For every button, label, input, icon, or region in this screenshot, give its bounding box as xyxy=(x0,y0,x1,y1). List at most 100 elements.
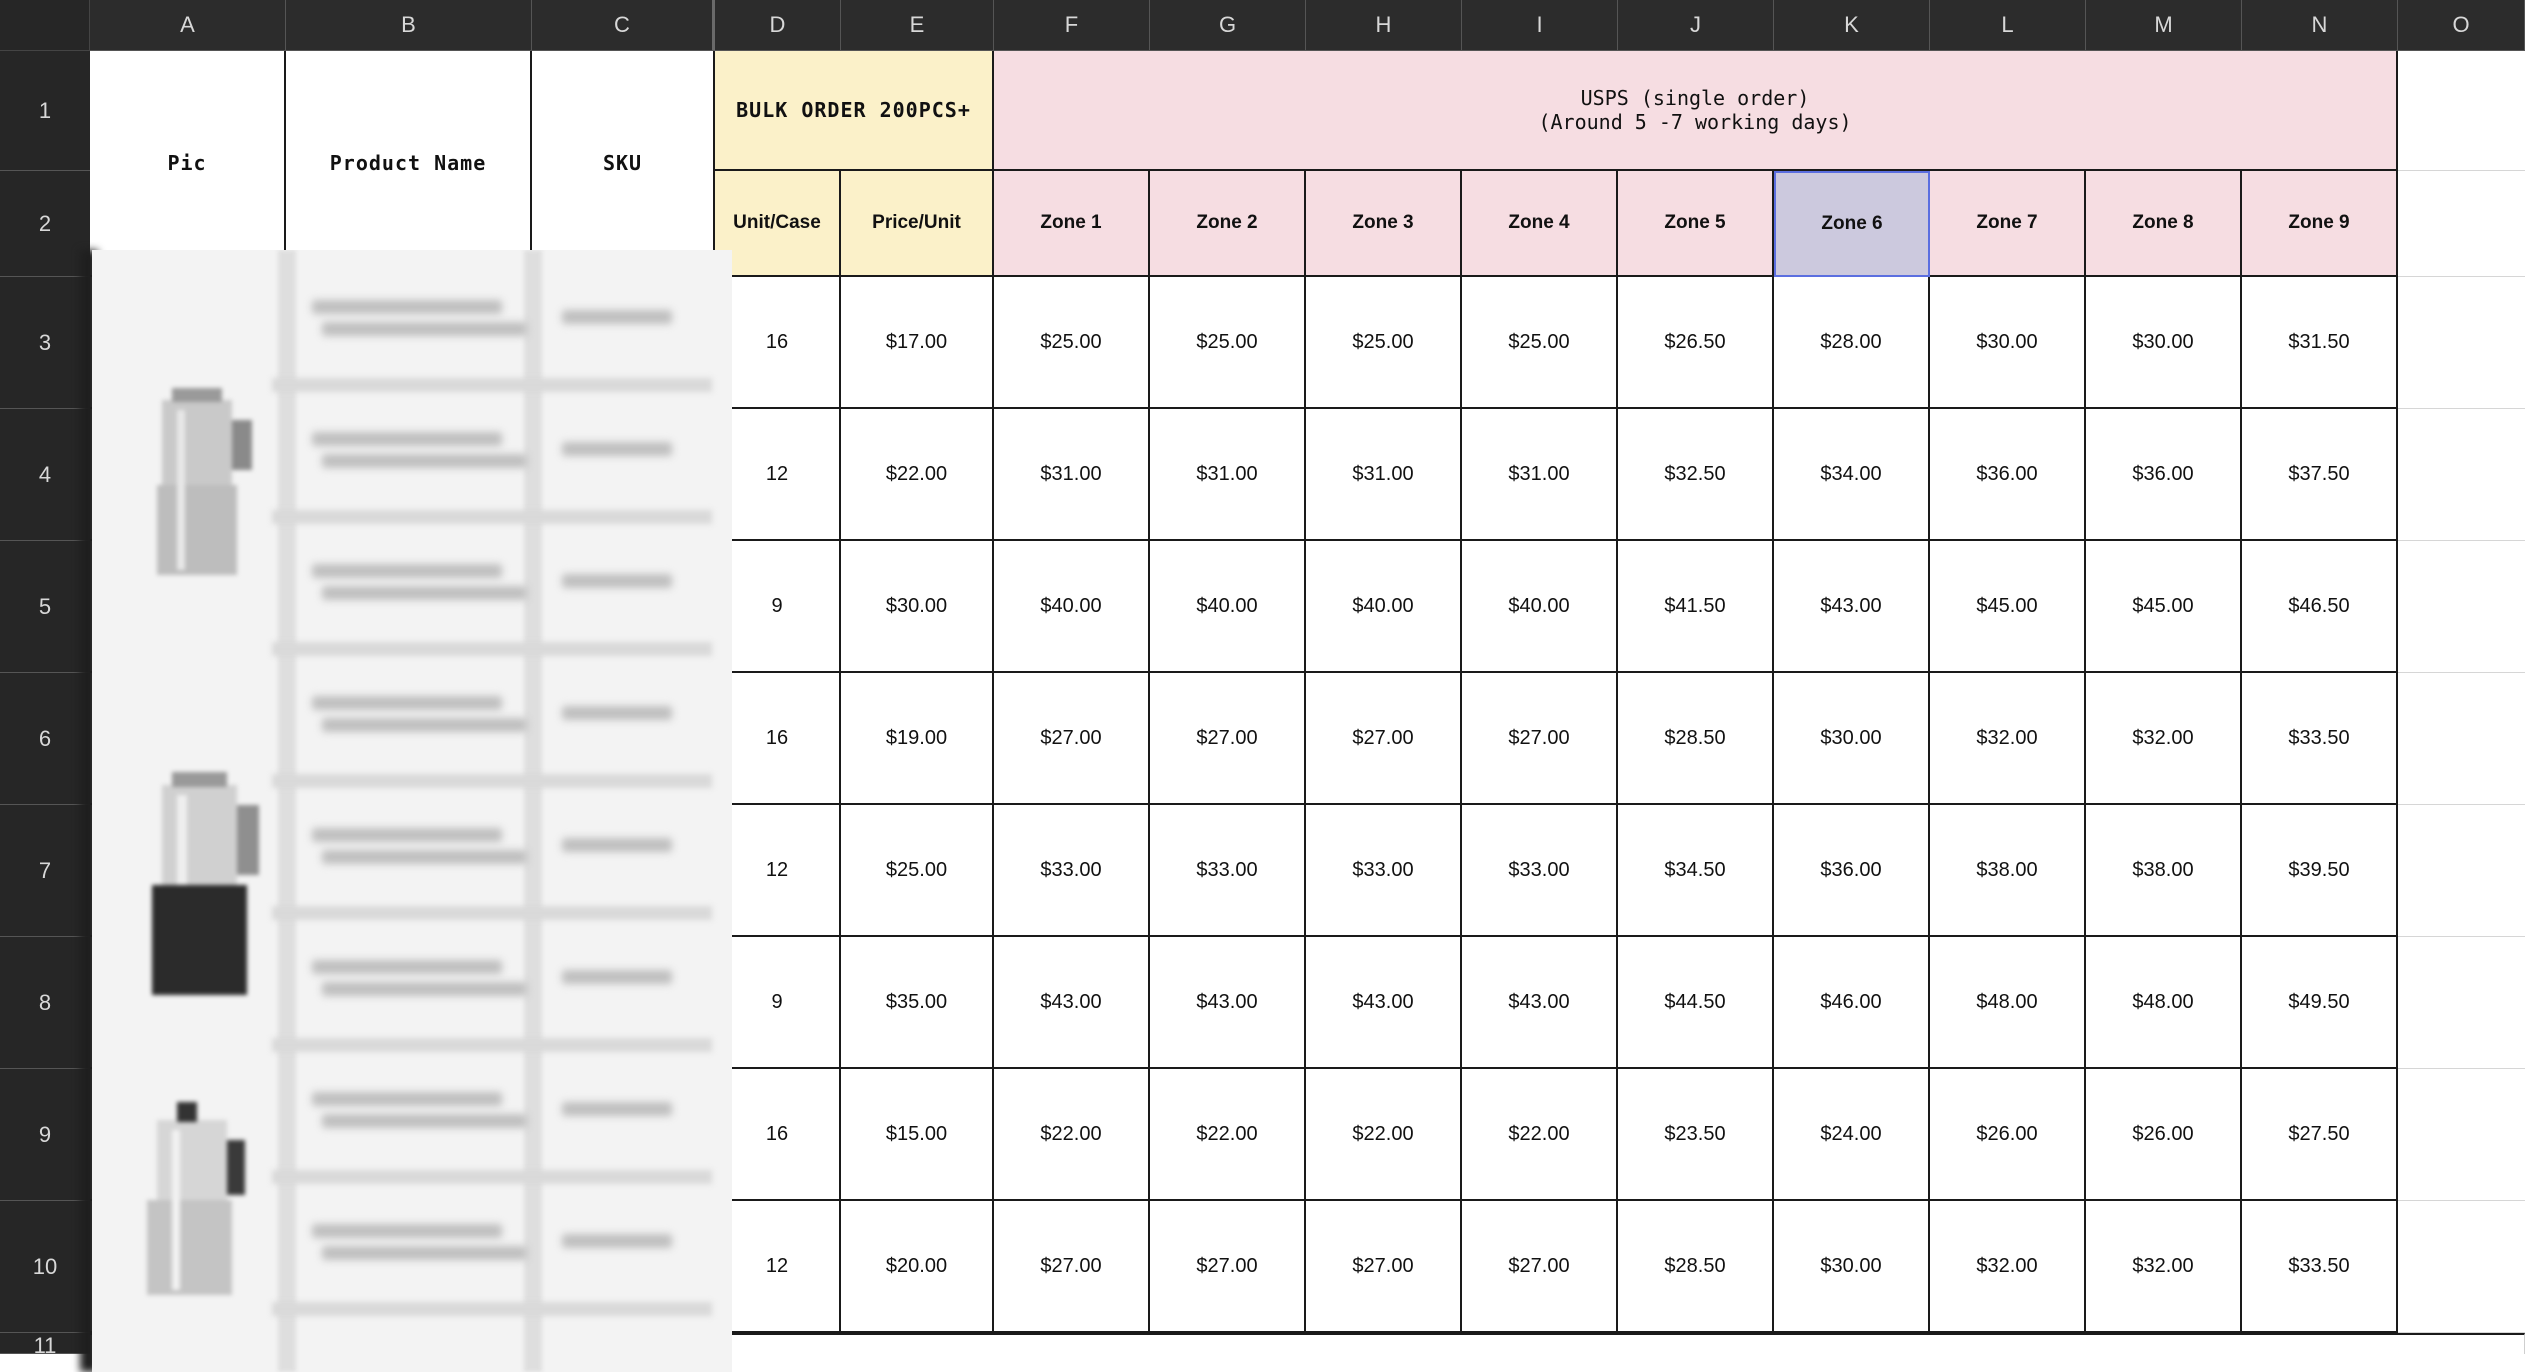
price-unit-header[interactable]: Price/Unit xyxy=(841,171,994,277)
cell-O5[interactable] xyxy=(2398,541,2525,673)
cell-O7[interactable] xyxy=(2398,805,2525,937)
unit-case-cell[interactable]: 9 xyxy=(715,541,841,673)
zone-4-header[interactable]: Zone 4 xyxy=(1462,171,1618,277)
zone-7-price-cell[interactable]: $38.00 xyxy=(1930,805,2086,937)
row-header-9[interactable]: 9 xyxy=(0,1069,90,1201)
row-header-8[interactable]: 8 xyxy=(0,937,90,1069)
zone-1-price-cell[interactable]: $25.00 xyxy=(994,277,1150,409)
usps-header[interactable]: USPS (single order) (Around 5 -7 working… xyxy=(994,51,2398,171)
zone-7-price-cell[interactable]: $36.00 xyxy=(1930,409,2086,541)
zone-4-price-cell[interactable]: $27.00 xyxy=(1462,673,1618,805)
zone-8-price-cell[interactable]: $26.00 xyxy=(2086,1069,2242,1201)
zone-4-price-cell[interactable]: $40.00 xyxy=(1462,541,1618,673)
zone-5-price-cell[interactable]: $34.50 xyxy=(1618,805,1774,937)
zone-2-price-cell[interactable]: $27.00 xyxy=(1150,673,1306,805)
unit-case-header[interactable]: Unit/Case xyxy=(715,171,841,277)
zone-7-price-cell[interactable]: $32.00 xyxy=(1930,1201,2086,1333)
pic-header[interactable]: Pic xyxy=(90,51,286,277)
zone-3-price-cell[interactable]: $31.00 xyxy=(1306,409,1462,541)
zone-9-price-cell[interactable]: $27.50 xyxy=(2242,1069,2398,1201)
sku-header[interactable]: SKU xyxy=(532,51,715,277)
bulk-order-header[interactable]: BULK ORDER 200PCS+ xyxy=(715,51,994,171)
zone-7-price-cell[interactable]: $32.00 xyxy=(1930,673,2086,805)
zone-5-price-cell[interactable]: $28.50 xyxy=(1618,1201,1774,1333)
zone-9-price-cell[interactable]: $33.50 xyxy=(2242,1201,2398,1333)
cell-O9[interactable] xyxy=(2398,1069,2525,1201)
zone-1-price-cell[interactable]: $43.00 xyxy=(994,937,1150,1069)
unit-case-cell[interactable]: 16 xyxy=(715,673,841,805)
price-unit-cell[interactable]: $30.00 xyxy=(841,541,994,673)
column-header-C[interactable]: C xyxy=(532,0,715,51)
zone-3-price-cell[interactable]: $22.00 xyxy=(1306,1069,1462,1201)
row-header-5[interactable]: 5 xyxy=(0,541,90,673)
zone-3-price-cell[interactable]: $43.00 xyxy=(1306,937,1462,1069)
column-header-E[interactable]: E xyxy=(841,0,994,51)
zone-2-price-cell[interactable]: $43.00 xyxy=(1150,937,1306,1069)
zone-3-header[interactable]: Zone 3 xyxy=(1306,171,1462,277)
zone-9-price-cell[interactable]: $49.50 xyxy=(2242,937,2398,1069)
zone-1-price-cell[interactable]: $31.00 xyxy=(994,409,1150,541)
select-all-corner[interactable] xyxy=(0,0,90,51)
zone-9-price-cell[interactable]: $31.50 xyxy=(2242,277,2398,409)
row-header-4[interactable]: 4 xyxy=(0,409,90,541)
cell-O1[interactable] xyxy=(2398,51,2525,171)
cell-O6[interactable] xyxy=(2398,673,2525,805)
zone-2-price-cell[interactable]: $25.00 xyxy=(1150,277,1306,409)
zone-2-price-cell[interactable]: $31.00 xyxy=(1150,409,1306,541)
zone-5-price-cell[interactable]: $44.50 xyxy=(1618,937,1774,1069)
column-header-G[interactable]: G xyxy=(1150,0,1306,51)
zone-8-price-cell[interactable]: $32.00 xyxy=(2086,673,2242,805)
zone-6-price-cell[interactable]: $46.00 xyxy=(1774,937,1930,1069)
zone-8-header[interactable]: Zone 8 xyxy=(2086,171,2242,277)
zone-2-price-cell[interactable]: $33.00 xyxy=(1150,805,1306,937)
zone-9-price-cell[interactable]: $39.50 xyxy=(2242,805,2398,937)
zone-4-price-cell[interactable]: $31.00 xyxy=(1462,409,1618,541)
zone-8-price-cell[interactable]: $36.00 xyxy=(2086,409,2242,541)
unit-case-cell[interactable]: 16 xyxy=(715,1069,841,1201)
zone-1-price-cell[interactable]: $40.00 xyxy=(994,541,1150,673)
row-header-10[interactable]: 10 xyxy=(0,1201,90,1333)
unit-case-cell[interactable]: 12 xyxy=(715,409,841,541)
price-unit-cell[interactable]: $22.00 xyxy=(841,409,994,541)
zone-6-price-cell[interactable]: $24.00 xyxy=(1774,1069,1930,1201)
price-unit-cell[interactable]: $17.00 xyxy=(841,277,994,409)
zone-3-price-cell[interactable]: $27.00 xyxy=(1306,673,1462,805)
column-header-B[interactable]: B xyxy=(286,0,532,51)
row-header-3[interactable]: 3 xyxy=(0,277,90,409)
zone-8-price-cell[interactable]: $32.00 xyxy=(2086,1201,2242,1333)
zone-2-price-cell[interactable]: $22.00 xyxy=(1150,1069,1306,1201)
price-unit-cell[interactable]: $20.00 xyxy=(841,1201,994,1333)
zone-6-header-selected[interactable]: Zone 6 xyxy=(1774,171,1930,277)
cell-O4[interactable] xyxy=(2398,409,2525,541)
zone-2-header[interactable]: Zone 2 xyxy=(1150,171,1306,277)
zone-7-header[interactable]: Zone 7 xyxy=(1930,171,2086,277)
zone-5-price-cell[interactable]: $32.50 xyxy=(1618,409,1774,541)
zone-4-price-cell[interactable]: $27.00 xyxy=(1462,1201,1618,1333)
row-header-6[interactable]: 6 xyxy=(0,673,90,805)
zone-9-price-cell[interactable]: $37.50 xyxy=(2242,409,2398,541)
zone-6-price-cell[interactable]: $34.00 xyxy=(1774,409,1930,541)
column-header-I[interactable]: I xyxy=(1462,0,1618,51)
column-header-M[interactable]: M xyxy=(2086,0,2242,51)
zone-8-price-cell[interactable]: $45.00 xyxy=(2086,541,2242,673)
product-name-header[interactable]: Product Name xyxy=(286,51,532,277)
zone-7-price-cell[interactable]: $30.00 xyxy=(1930,277,2086,409)
cell-O2[interactable] xyxy=(2398,171,2525,277)
zone-6-price-cell[interactable]: $36.00 xyxy=(1774,805,1930,937)
zone-8-price-cell[interactable]: $30.00 xyxy=(2086,277,2242,409)
zone-1-header[interactable]: Zone 1 xyxy=(994,171,1150,277)
zone-5-header[interactable]: Zone 5 xyxy=(1618,171,1774,277)
zone-6-price-cell[interactable]: $43.00 xyxy=(1774,541,1930,673)
unit-case-cell[interactable]: 12 xyxy=(715,1201,841,1333)
column-header-D[interactable]: D xyxy=(715,0,841,51)
price-unit-cell[interactable]: $15.00 xyxy=(841,1069,994,1201)
column-header-N[interactable]: N xyxy=(2242,0,2398,51)
zone-4-price-cell[interactable]: $22.00 xyxy=(1462,1069,1618,1201)
zone-5-price-cell[interactable]: $23.50 xyxy=(1618,1069,1774,1201)
zone-2-price-cell[interactable]: $27.00 xyxy=(1150,1201,1306,1333)
zone-6-price-cell[interactable]: $30.00 xyxy=(1774,673,1930,805)
zone-4-price-cell[interactable]: $25.00 xyxy=(1462,277,1618,409)
zone-3-price-cell[interactable]: $25.00 xyxy=(1306,277,1462,409)
price-unit-cell[interactable]: $19.00 xyxy=(841,673,994,805)
column-header-A[interactable]: A xyxy=(90,0,286,51)
